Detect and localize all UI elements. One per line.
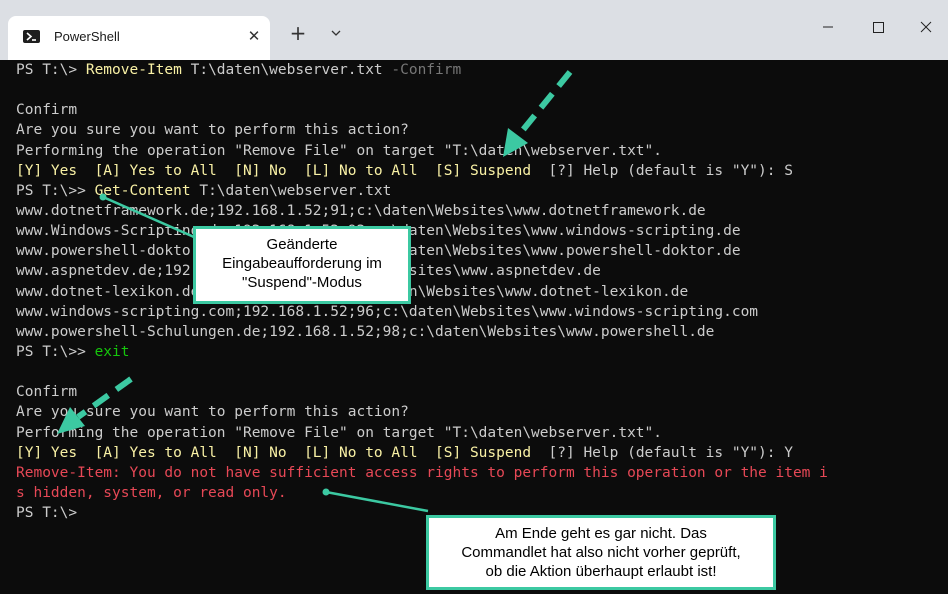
terminal-text: [Y] Yes [A] Yes to All [N] No [L] No to … bbox=[16, 162, 532, 179]
terminal-text: www.powershell-Schulungen.de;192.168.1.5… bbox=[16, 323, 715, 340]
terminal-line: Remove-Item: You do not have sufficient … bbox=[16, 463, 828, 483]
terminal-line: www.windows-scripting.com;192.168.1.52;9… bbox=[16, 302, 828, 322]
terminal-window: PowerShell ✕ + PS T:\> Remove-Item T:\da… bbox=[0, 0, 948, 594]
terminal-line: PS T:\> Remove-Item T:\daten\webserver.t… bbox=[16, 60, 828, 80]
terminal-text: Are you sure you want to perform this ac… bbox=[16, 122, 409, 139]
terminal-line: s hidden, system, or read only. bbox=[16, 483, 828, 503]
terminal-text: Get-Content bbox=[94, 182, 191, 199]
close-window-icon[interactable] bbox=[914, 14, 938, 38]
terminal-text: Are you sure you want to perform this ac… bbox=[16, 404, 409, 421]
terminal-line: Performing the operation "Remove File" o… bbox=[16, 423, 828, 443]
terminal-line: www.Windows-Scripting.de;192.168.1.52;92… bbox=[16, 221, 828, 241]
terminal-line: Are you sure you want to perform this ac… bbox=[16, 120, 828, 140]
close-tab-icon[interactable]: ✕ bbox=[244, 26, 264, 46]
callout-access-denied: Am Ende geht es gar nicht. Das Commandle… bbox=[426, 515, 776, 590]
terminal-text: PS T:\>> bbox=[16, 343, 95, 360]
powershell-icon bbox=[23, 30, 40, 43]
terminal-text: www.windows-scripting.com;192.168.1.52;9… bbox=[16, 303, 759, 320]
terminal-text: Confirm bbox=[16, 384, 78, 401]
terminal-text: Performing the operation "Remove File" o… bbox=[16, 142, 663, 159]
terminal-line: Confirm bbox=[16, 382, 828, 402]
terminal-text: [?] Help (default is "Y"): S bbox=[531, 162, 793, 179]
terminal-text: Performing the operation "Remove File" o… bbox=[16, 424, 663, 441]
terminal-line: [Y] Yes [A] Yes to All [N] No [L] No to … bbox=[16, 443, 828, 463]
terminal-line: Performing the operation "Remove File" o… bbox=[16, 141, 828, 161]
terminal-text: T:\daten\webserver.txt bbox=[190, 182, 392, 199]
terminal-text: PS T:\> bbox=[16, 505, 78, 522]
terminal-line: PS T:\>> Get-Content T:\daten\webserver.… bbox=[16, 181, 828, 201]
terminal-line: Confirm bbox=[16, 100, 828, 120]
terminal-text: exit bbox=[94, 343, 130, 360]
tab-title: PowerShell bbox=[54, 29, 120, 44]
callout-text: Eingabeaufforderung im bbox=[222, 255, 382, 272]
terminal-text: [?] Help (default is "Y"): Y bbox=[531, 444, 793, 461]
terminal-line: www.dotnetframework.de;192.168.1.52;91;c… bbox=[16, 201, 828, 221]
maximize-icon[interactable] bbox=[866, 14, 890, 38]
title-bar: PowerShell ✕ + bbox=[0, 0, 948, 60]
callout-text: Commandlet hat also nicht vorher geprüft… bbox=[461, 544, 741, 561]
terminal-line: www.dotnet-lexikon.de;192.168.1.52;95;c:… bbox=[16, 282, 828, 302]
terminal-text: PS T:\> bbox=[16, 62, 86, 78]
terminal-text: T:\daten\webserver.txt bbox=[181, 62, 392, 78]
terminal-lines: PS T:\> Remove-Item T:\daten\webserver.t… bbox=[16, 60, 828, 523]
tab-powershell[interactable]: PowerShell ✕ bbox=[8, 16, 270, 60]
terminal-text: [Y] Yes [A] Yes to All [N] No [L] No to … bbox=[16, 444, 532, 461]
callout-text: Geänderte bbox=[266, 236, 338, 253]
terminal-line: PS T:\>> exit bbox=[16, 342, 828, 362]
terminal-text: Confirm bbox=[16, 102, 78, 119]
terminal-line: [Y] Yes [A] Yes to All [N] No [L] No to … bbox=[16, 161, 828, 181]
terminal-line: www.aspnetdev.de;192.168.1.52;94;c:\date… bbox=[16, 261, 828, 281]
terminal-text: PS T:\>> bbox=[16, 182, 95, 199]
terminal-line: Are you sure you want to perform this ac… bbox=[16, 402, 828, 422]
chevron-down-icon[interactable] bbox=[328, 25, 344, 41]
minimize-icon[interactable] bbox=[816, 14, 840, 38]
terminal-line: www.powershell-doktor.de;192.168.1.52;93… bbox=[16, 241, 828, 261]
terminal-output[interactable]: PS T:\> Remove-Item T:\daten\webserver.t… bbox=[0, 60, 948, 594]
terminal-text: Remove-Item bbox=[85, 62, 182, 78]
callout-text: ob die Aktion überhaupt erlaubt ist! bbox=[485, 563, 717, 580]
callout-text: "Suspend"-Modus bbox=[242, 274, 362, 291]
terminal-text: s hidden, system, or read only. bbox=[16, 484, 287, 501]
terminal-text: Remove-Item: You do not have sufficient … bbox=[16, 464, 828, 481]
callout-text: Am Ende geht es gar nicht. Das bbox=[495, 525, 707, 542]
callout-suspend-prompt: Geänderte Eingabeaufforderung im "Suspen… bbox=[193, 226, 411, 304]
terminal-line: www.powershell-Schulungen.de;192.168.1.5… bbox=[16, 322, 828, 342]
terminal-text: www.dotnetframework.de;192.168.1.52;91;c… bbox=[16, 202, 706, 219]
new-tab-button[interactable]: + bbox=[288, 21, 308, 45]
terminal-text: -Confirm bbox=[391, 62, 462, 78]
